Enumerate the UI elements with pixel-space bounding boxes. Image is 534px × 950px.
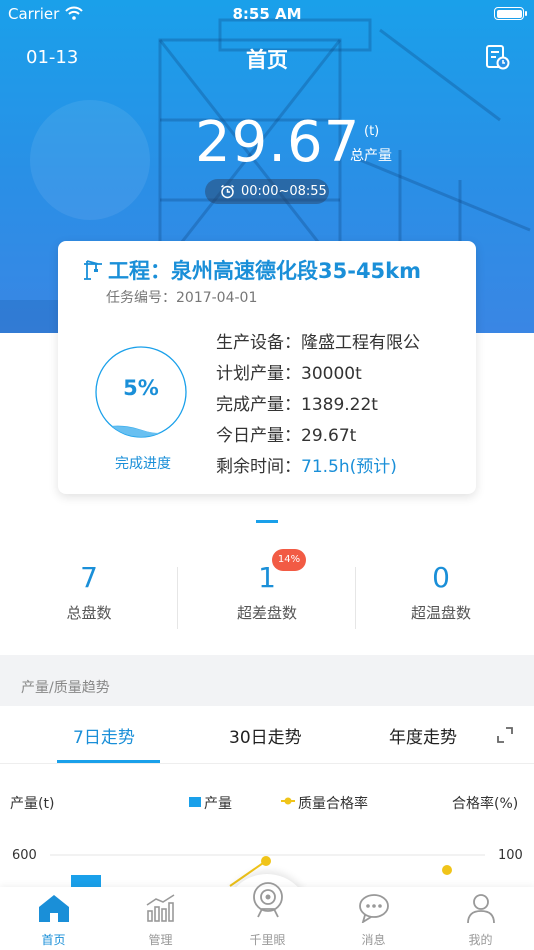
- legend-production[interactable]: 产量: [204, 793, 232, 813]
- tab-yearly[interactable]: 年度走势: [389, 723, 457, 748]
- info-value: 隆盛工程有限公: [301, 333, 420, 353]
- tab-label: 千里眼: [249, 933, 286, 947]
- status-time: 8:55 AM: [232, 5, 302, 23]
- message-icon: [358, 894, 389, 923]
- y-axis-left-label: 产量(t): [10, 796, 55, 812]
- tab-label: 首页: [41, 933, 66, 947]
- quality-rate-point: [261, 856, 271, 866]
- info-completed-output: 完成产量：1389.22t: [216, 390, 378, 415]
- tab-30-day[interactable]: 30日走势: [229, 723, 302, 748]
- task-number: 任务编号：2017-04-01: [106, 290, 258, 306]
- info-label: 今日产量：: [216, 426, 301, 446]
- bottom-tab-bar: 首页 管理 千里眼 消息 我的: [0, 882, 534, 950]
- section-title: 产量/质量趋势: [21, 680, 110, 696]
- tab-label: 我的: [468, 933, 493, 947]
- crane-icon: [84, 260, 102, 280]
- tab-label: 消息: [361, 933, 386, 947]
- over-tolerance-badge: 14%: [272, 549, 306, 571]
- time-range-text: 00:00~08:55: [241, 184, 327, 199]
- total-output-value: 29.67: [195, 110, 361, 175]
- project-title: 工程：泉州高速德化段35-45km: [108, 259, 422, 283]
- info-value: 1389.22t: [301, 395, 378, 415]
- total-output-label: 总产量: [350, 148, 392, 164]
- home-icon: [38, 895, 69, 922]
- tab-camera[interactable]: 千里眼: [214, 882, 321, 950]
- over-tolerance-value[interactable]: 1: [178, 561, 356, 594]
- alarm-clock-icon: [221, 184, 234, 199]
- user-icon: [466, 894, 495, 923]
- status-bar: Carrier 8:55 AM: [0, 0, 534, 28]
- progress-percent: 5%: [123, 376, 159, 400]
- expand-icon[interactable]: [496, 726, 514, 744]
- active-tab-indicator: [57, 760, 160, 763]
- battery-icon: [494, 7, 527, 20]
- info-label: 计划产量：: [216, 364, 301, 384]
- total-batches-label: 总盘数: [66, 604, 112, 622]
- quality-rate-point: [442, 865, 452, 875]
- tab-management[interactable]: 管理: [107, 887, 214, 950]
- legend-production-swatch: [189, 797, 201, 807]
- info-label: 完成产量：: [216, 395, 301, 415]
- info-planned-output: 计划产量：30000t: [216, 359, 362, 384]
- info-label: 生产设备：: [216, 333, 301, 353]
- page-title: 首页: [246, 48, 288, 72]
- chart-icon: [146, 894, 174, 922]
- info-label: 剩余时间：: [216, 457, 301, 477]
- y-axis-right-label: 合格率(%): [452, 796, 519, 812]
- over-temperature-value[interactable]: 0: [352, 561, 530, 594]
- report-history-icon[interactable]: [484, 44, 510, 70]
- project-card[interactable]: 工程：泉州高速德化段35-45km 任务编号：2017-04-01 5% 完成进…: [58, 241, 476, 494]
- tab-divider: [0, 763, 534, 764]
- total-batches-value[interactable]: 7: [0, 561, 178, 594]
- progress-label: 完成进度: [115, 456, 171, 472]
- legend-quality-swatch: [281, 797, 295, 805]
- info-value: 71.5h(预计): [301, 457, 397, 477]
- info-today-output: 今日产量：29.67t: [216, 421, 356, 446]
- tab-home[interactable]: 首页: [0, 887, 107, 950]
- page-indicator: [256, 520, 278, 523]
- tab-profile[interactable]: 我的: [427, 887, 534, 950]
- info-equipment: 生产设备：隆盛工程有限公: [216, 328, 420, 353]
- camera-icon: [252, 882, 283, 918]
- info-value: 30000t: [301, 364, 362, 384]
- over-tolerance-label: 超差盘数: [236, 604, 297, 622]
- info-remaining-time: 剩余时间：71.5h(预计): [216, 452, 397, 477]
- time-range-pill[interactable]: 00:00~08:55: [205, 179, 329, 204]
- over-temperature-label: 超温盘数: [410, 604, 471, 622]
- tab-messages[interactable]: 消息: [320, 887, 427, 950]
- tab-label: 管理: [148, 933, 173, 947]
- tab-7-day[interactable]: 7日走势: [73, 723, 135, 748]
- info-value: 29.67t: [301, 426, 357, 446]
- output-unit: (t): [364, 124, 380, 139]
- legend-quality[interactable]: 质量合格率: [298, 793, 368, 813]
